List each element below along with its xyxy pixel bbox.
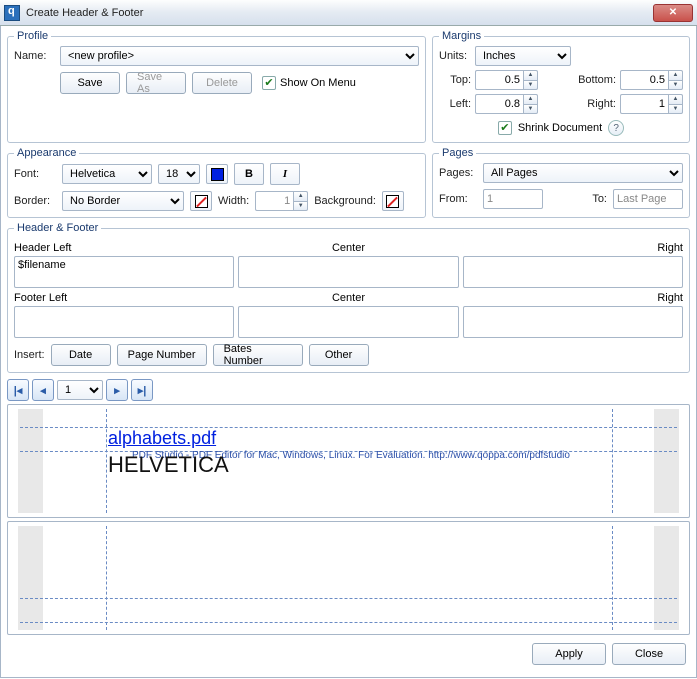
units-select[interactable]: Inches	[475, 46, 571, 66]
footer-preview	[7, 521, 690, 635]
from-input[interactable]	[483, 189, 543, 209]
top-label: Top:	[439, 74, 471, 86]
italic-button[interactable]: I	[270, 163, 300, 185]
header-footer-legend: Header & Footer	[14, 222, 101, 234]
to-input[interactable]	[613, 189, 683, 209]
footer-right-input[interactable]	[463, 306, 683, 338]
preview-filename: alphabets.pdf	[108, 428, 216, 449]
name-label: Name:	[14, 50, 54, 62]
appearance-legend: Appearance	[14, 147, 79, 159]
insert-page-number-button[interactable]: Page Number	[117, 344, 207, 366]
footer-center-label: Center	[237, 292, 460, 306]
last-page-button[interactable]: ▸|	[131, 379, 153, 401]
profile-legend: Profile	[14, 30, 51, 42]
header-right-label: Right	[460, 242, 683, 256]
appearance-group: Appearance Font: Helvetica 18 B I Border…	[7, 147, 426, 218]
left-label: Left:	[439, 98, 471, 110]
window-title: Create Header & Footer	[26, 7, 653, 19]
page-select[interactable]: 1	[57, 380, 103, 400]
margins-legend: Margins	[439, 30, 484, 42]
footer-left-label: Footer Left	[14, 292, 237, 306]
preview-sample-text: HELVETICA	[108, 452, 229, 478]
next-page-button[interactable]: ▸	[106, 379, 128, 401]
footer-right-label: Right	[460, 292, 683, 306]
margins-group: Margins Units: Inches Top: ▲▼ Bottom: ▲▼…	[432, 30, 690, 143]
background-color-swatch[interactable]	[382, 191, 404, 211]
width-label: Width:	[218, 195, 249, 207]
header-left-input[interactable]: $filename	[14, 256, 234, 288]
background-label: Background:	[314, 195, 376, 207]
header-footer-group: Header & Footer Header Left Center Right…	[7, 222, 690, 373]
footer-left-input[interactable]	[14, 306, 234, 338]
pages-select[interactable]: All Pages	[483, 163, 683, 183]
left-spinner[interactable]: ▲▼	[475, 94, 538, 114]
show-on-menu-label: Show On Menu	[280, 77, 356, 89]
close-button[interactable]: Close	[612, 643, 686, 665]
border-select[interactable]: No Border	[62, 191, 184, 211]
font-color-swatch[interactable]	[206, 164, 228, 184]
insert-date-button[interactable]: Date	[51, 344, 111, 366]
header-preview: alphabets.pdf PDF Studio - PDF Editor fo…	[7, 404, 690, 518]
header-center-input[interactable]	[238, 256, 458, 288]
font-select[interactable]: Helvetica	[62, 164, 152, 184]
from-label: From:	[439, 193, 477, 205]
first-page-button[interactable]: |◂	[7, 379, 29, 401]
shrink-document-label: Shrink Document	[518, 122, 602, 134]
border-width-spinner[interactable]: ▲▼	[255, 191, 308, 211]
app-icon	[4, 5, 20, 21]
bottom-label: Bottom:	[568, 74, 616, 86]
right-label: Right:	[568, 98, 616, 110]
insert-other-button[interactable]: Other	[309, 344, 369, 366]
profile-group: Profile Name: <new profile> Save Save As…	[7, 30, 426, 143]
border-label: Border:	[14, 195, 56, 207]
bottom-spinner[interactable]: ▲▼	[620, 70, 683, 90]
insert-label: Insert:	[14, 349, 45, 361]
title-bar: Create Header & Footer ✕	[0, 0, 697, 26]
close-window-button[interactable]: ✕	[653, 4, 693, 22]
help-icon[interactable]: ?	[608, 120, 624, 136]
font-size-select[interactable]: 18	[158, 164, 200, 184]
shrink-document-checkbox[interactable]: ✔	[498, 121, 512, 135]
profile-name-select[interactable]: <new profile>	[60, 46, 419, 66]
top-spinner[interactable]: ▲▼	[475, 70, 538, 90]
pages-legend: Pages	[439, 147, 476, 159]
pages-label: Pages:	[439, 167, 477, 179]
delete-button[interactable]: Delete	[192, 72, 252, 94]
font-label: Font:	[14, 168, 56, 180]
to-label: To:	[592, 193, 607, 205]
prev-page-button[interactable]: ◂	[32, 379, 54, 401]
footer-center-input[interactable]	[238, 306, 458, 338]
save-button[interactable]: Save	[60, 72, 120, 94]
header-center-label: Center	[237, 242, 460, 256]
units-label: Units:	[439, 50, 471, 62]
border-color-swatch[interactable]	[190, 191, 212, 211]
show-on-menu-checkbox[interactable]: ✔	[262, 76, 276, 90]
save-as-button[interactable]: Save As	[126, 72, 186, 94]
bold-button[interactable]: B	[234, 163, 264, 185]
pages-group: Pages Pages: All Pages From: To:	[432, 147, 690, 218]
apply-button[interactable]: Apply	[532, 643, 606, 665]
right-spinner[interactable]: ▲▼	[620, 94, 683, 114]
header-left-label: Header Left	[14, 242, 237, 256]
insert-bates-button[interactable]: Bates Number	[213, 344, 303, 366]
header-right-input[interactable]	[463, 256, 683, 288]
